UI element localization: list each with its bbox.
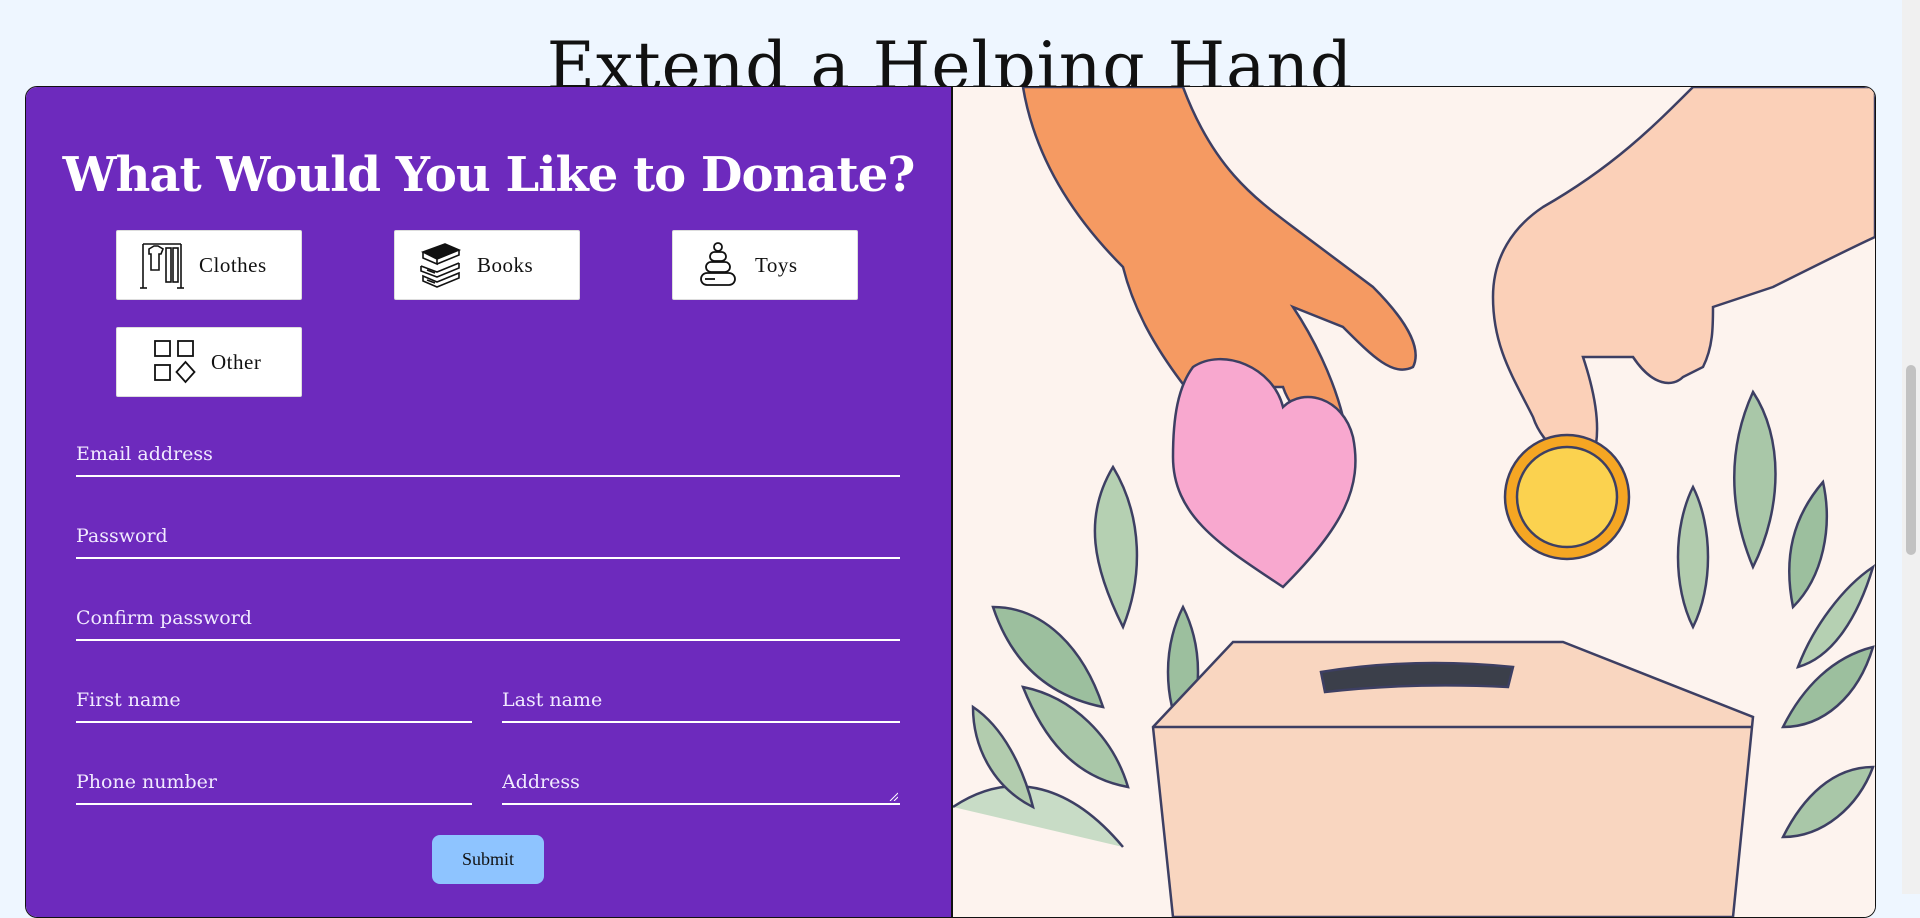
category-label-toys: Toys (755, 252, 798, 277)
category-button-clothes[interactable]: Clothes (116, 230, 302, 300)
clothes-rack-icon (140, 243, 184, 289)
phone-input[interactable] (76, 761, 472, 803)
category-label-clothes: Clothes (199, 252, 267, 277)
submit-button[interactable]: Submit (432, 835, 544, 884)
stacking-rings-toy-icon (700, 242, 736, 286)
shapes-grid-icon (154, 340, 196, 384)
page-scrollbar[interactable] (1902, 0, 1920, 894)
address-field[interactable] (502, 761, 900, 805)
first-name-input[interactable] (76, 679, 472, 721)
form-heading: What Would You Like to Donate? (62, 147, 916, 203)
address-textarea[interactable] (502, 761, 900, 803)
password-input[interactable] (76, 515, 900, 557)
email-field[interactable] (76, 433, 900, 477)
first-name-field[interactable] (76, 679, 472, 723)
donation-illustration-image (952, 87, 1875, 917)
last-name-input[interactable] (502, 679, 900, 721)
confirm-password-input[interactable] (76, 597, 900, 639)
phone-field[interactable] (76, 761, 472, 805)
category-button-toys[interactable]: Toys (672, 230, 858, 300)
password-field[interactable] (76, 515, 900, 559)
category-label-other: Other (211, 349, 262, 374)
books-stack-icon (420, 243, 462, 288)
category-button-books[interactable]: Books (394, 230, 580, 300)
scrollbar-thumb[interactable] (1906, 365, 1916, 555)
email-input[interactable] (76, 433, 900, 475)
donation-form-panel: What Would You Like to Donate? Clothes B… (26, 87, 953, 917)
category-button-other[interactable]: Other (116, 327, 302, 397)
confirm-password-field[interactable] (76, 597, 900, 641)
resize-handle-icon[interactable] (888, 791, 898, 801)
category-label-books: Books (477, 252, 534, 277)
donation-card: What Would You Like to Donate? Clothes B… (25, 86, 1876, 918)
donation-illustration (952, 87, 1875, 917)
last-name-field[interactable] (502, 679, 900, 723)
